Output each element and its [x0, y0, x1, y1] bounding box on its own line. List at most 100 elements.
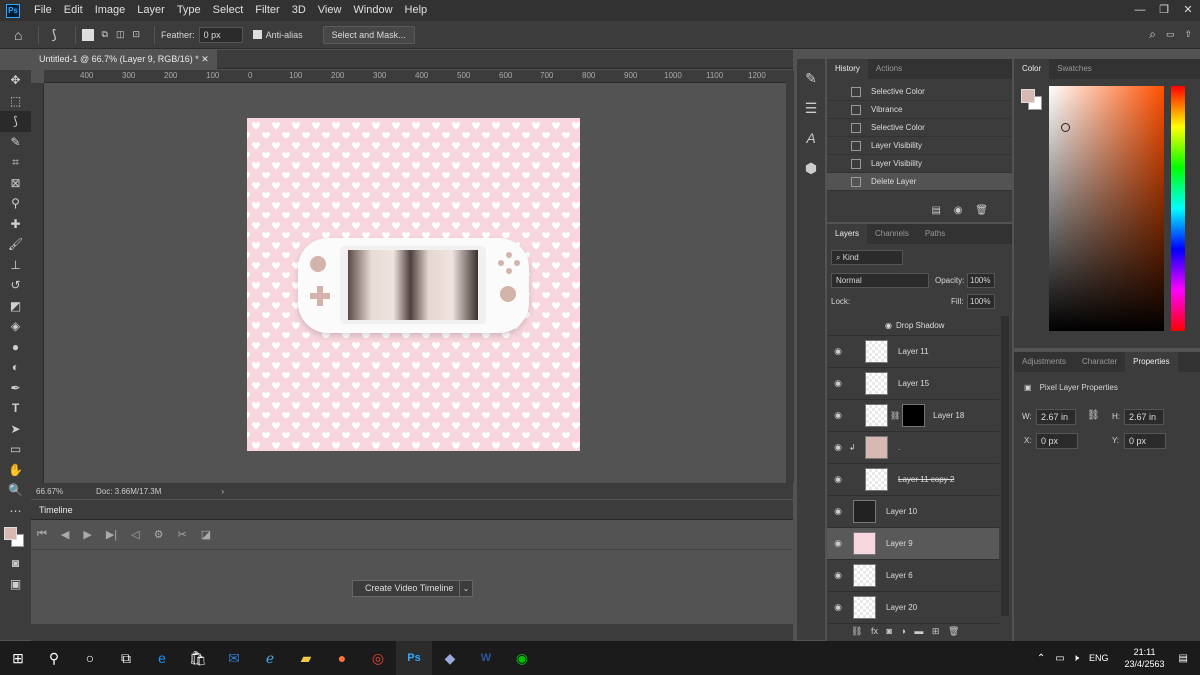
eye-icon[interactable]: ◉: [827, 378, 849, 389]
line-icon[interactable]: ◉: [504, 641, 540, 675]
link-icon[interactable]: ⛓: [890, 411, 900, 420]
kind-filter[interactable]: ⌕ Kind: [831, 250, 903, 265]
antialias-checkbox[interactable]: [252, 30, 262, 39]
workspace-icon[interactable]: ▭: [1166, 29, 1175, 40]
tab-character[interactable]: Character: [1074, 352, 1125, 372]
restore-icon[interactable]: ❐: [1152, 0, 1176, 21]
tab-properties[interactable]: Properties: [1125, 352, 1178, 372]
blur-tool-icon[interactable]: ●: [0, 337, 31, 358]
app-icon[interactable]: ◆: [432, 641, 468, 675]
color-swatches[interactable]: [0, 521, 31, 553]
home-icon[interactable]: ⌂: [14, 27, 22, 43]
photoshop-taskbar-icon[interactable]: Ps: [396, 641, 432, 675]
eye-icon[interactable]: ◉: [827, 474, 849, 485]
move-tool-icon[interactable]: ✥: [0, 70, 31, 91]
menu-help[interactable]: Help: [399, 0, 434, 21]
transition-icon[interactable]: ◪: [201, 528, 211, 541]
zoom-tool-icon[interactable]: 🔍: [0, 480, 31, 501]
opacity-input[interactable]: 100%: [967, 273, 995, 288]
eye-icon[interactable]: ◉: [827, 538, 849, 549]
edge-icon[interactable]: e: [144, 641, 180, 675]
tab-color[interactable]: Color: [1014, 59, 1050, 79]
shape-tool-icon[interactable]: ▭: [0, 439, 31, 460]
close-tab-icon[interactable]: ✕: [201, 54, 209, 64]
tray-arrow-icon[interactable]: ⌃: [1037, 653, 1045, 664]
fx-icon[interactable]: fx: [871, 626, 878, 636]
doc-size[interactable]: Doc: 3.66M/17.3M: [96, 487, 161, 496]
layer-row[interactable]: ◉ Layer 10: [827, 496, 999, 528]
dodge-tool-icon[interactable]: ◐: [0, 357, 31, 378]
mail-icon[interactable]: ✉: [216, 641, 252, 675]
layer-effect-row[interactable]: ◉ Drop Shadow: [827, 316, 999, 336]
close-icon[interactable]: ✕: [1176, 0, 1200, 21]
y-input[interactable]: 0 px: [1124, 433, 1166, 449]
history-brush-tool-icon[interactable]: ↺: [0, 275, 31, 296]
select-and-mask-button[interactable]: Select and Mask...: [322, 25, 415, 44]
width-input[interactable]: 2.67 in: [1036, 409, 1076, 425]
frame-tool-icon[interactable]: ⊠: [0, 173, 31, 194]
marquee-tool-icon[interactable]: ⬚: [0, 91, 31, 112]
layer-row[interactable]: ◉ Layer 20: [827, 592, 999, 624]
tab-swatches[interactable]: Swatches: [1049, 59, 1100, 79]
fill-input[interactable]: 100%: [967, 294, 995, 309]
chrome-icon[interactable]: ◎: [360, 641, 396, 675]
eye-icon[interactable]: ◉: [827, 346, 849, 357]
add-selection-icon[interactable]: ⧉: [102, 29, 108, 40]
adjustment-layer-icon[interactable]: ◑: [900, 626, 905, 636]
lasso-tool-icon[interactable]: ⟆: [0, 111, 31, 132]
tab-channels[interactable]: Channels: [867, 224, 917, 244]
document-canvas[interactable]: [247, 118, 580, 451]
more-tools-icon[interactable]: ⋯: [0, 501, 31, 522]
eyedropper-tool-icon[interactable]: ⚲: [0, 193, 31, 214]
menu-view[interactable]: View: [312, 0, 348, 21]
clock[interactable]: 21:11 23/4/2563: [1125, 646, 1165, 670]
menu-filter[interactable]: Filter: [249, 0, 285, 21]
timeline-dropdown-icon[interactable]: ⌄: [459, 580, 473, 597]
history-item[interactable]: Selective Color: [827, 83, 1012, 101]
delete-layer-icon[interactable]: 🗑: [948, 626, 959, 636]
layer-row[interactable]: ◉ ⛓ Layer 18: [827, 400, 999, 432]
menu-3d[interactable]: 3D: [286, 0, 312, 21]
new-document-icon[interactable]: ▤: [932, 205, 941, 216]
path-select-tool-icon[interactable]: ➤: [0, 419, 31, 440]
add-mask-icon[interactable]: ◙: [886, 626, 891, 636]
timeline-title[interactable]: Timeline: [39, 505, 73, 515]
ie-icon[interactable]: ℯ: [252, 641, 288, 675]
menu-select[interactable]: Select: [207, 0, 250, 21]
document-tab[interactable]: Untitled-1 @ 66.7% (Layer 9, RGB/16) * ✕: [31, 50, 217, 69]
link-layers-icon[interactable]: ⛓: [851, 626, 862, 636]
history-item[interactable]: Layer Visibility: [827, 137, 1012, 155]
hue-slider[interactable]: [1171, 86, 1185, 331]
cortana-icon[interactable]: ○: [72, 641, 108, 675]
create-video-timeline-button[interactable]: Create Video Timeline: [352, 580, 467, 597]
glyphs-icon[interactable]: A: [797, 123, 825, 153]
split-icon[interactable]: ✂: [178, 528, 187, 541]
layer-row[interactable]: ◉ ↲.: [827, 432, 999, 464]
history-item[interactable]: Vibrance: [827, 101, 1012, 119]
color-field[interactable]: [1049, 86, 1164, 331]
3d-icon[interactable]: ⬢: [797, 153, 825, 183]
layers-scrollbar[interactable]: [1001, 316, 1009, 616]
quick-mask-icon[interactable]: ◙: [0, 553, 31, 574]
snapshot-icon[interactable]: ◉: [954, 205, 963, 216]
notifications-icon[interactable]: ▤: [1179, 653, 1188, 664]
intersect-selection-icon[interactable]: ⊡: [133, 29, 141, 40]
lasso-tool-icon[interactable]: ⟆: [51, 27, 56, 43]
first-frame-icon[interactable]: ⏮: [37, 528, 47, 541]
paint-bucket-tool-icon[interactable]: ◈: [0, 316, 31, 337]
search-icon[interactable]: ⌕: [1149, 27, 1156, 42]
play-icon[interactable]: ▶: [83, 528, 91, 541]
height-input[interactable]: 2.67 in: [1124, 409, 1164, 425]
type-tool-icon[interactable]: T: [0, 398, 31, 419]
zoom-level[interactable]: 66.67%: [36, 487, 96, 496]
layer-row[interactable]: ◉ Layer 9: [827, 528, 999, 560]
history-item[interactable]: Selective Color: [827, 119, 1012, 137]
eye-icon[interactable]: ◉: [827, 442, 849, 453]
menu-image[interactable]: Image: [89, 0, 132, 21]
share-icon[interactable]: ⇧: [1184, 29, 1192, 40]
search-icon[interactable]: ⚲: [36, 641, 72, 675]
prev-frame-icon[interactable]: ◀: [61, 528, 69, 541]
eraser-tool-icon[interactable]: ◩: [0, 296, 31, 317]
menu-window[interactable]: Window: [347, 0, 398, 21]
eye-icon[interactable]: ◉: [827, 506, 849, 517]
